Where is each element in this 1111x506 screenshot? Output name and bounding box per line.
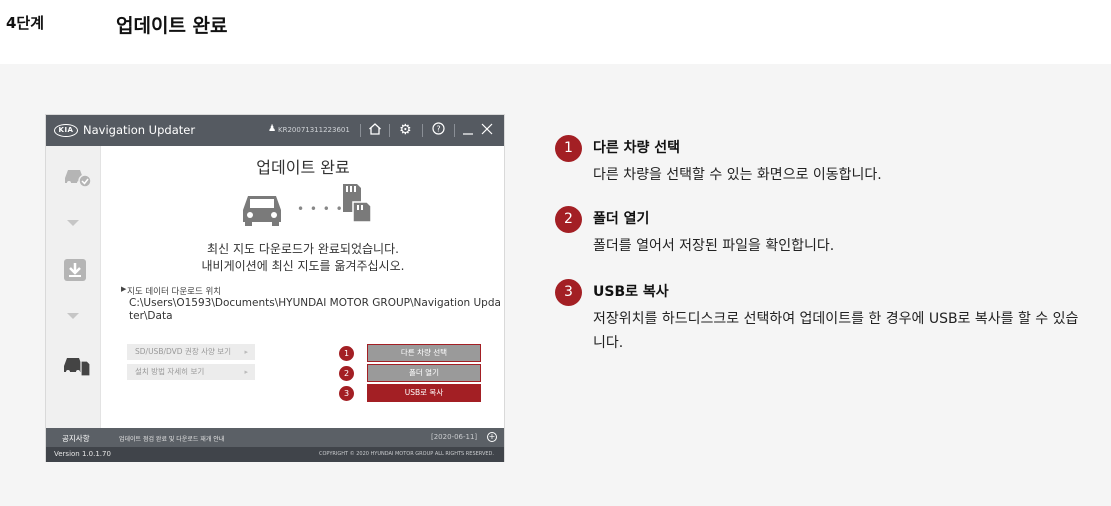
user-id: KR20071311223601 <box>278 126 350 134</box>
app-name: Navigation Updater <box>83 123 196 137</box>
gear-icon[interactable]: ⚙ <box>399 122 412 138</box>
app-titlebar: KIA Navigation Updater ♟ KR2007131122360… <box>46 115 504 146</box>
legend-number-1: 1 <box>555 135 582 162</box>
plus-icon[interactable]: + <box>487 432 497 442</box>
action-number-3: 3 <box>339 386 354 401</box>
legend-desc-3: 저장위치를 하드디스크로 선택하여 업데이트를 한 경우에 USB로 복사를 할… <box>593 311 1079 351</box>
install-guide-button[interactable]: 설치 방법 자세히 보기 ▸ <box>127 364 255 380</box>
download-icon <box>62 258 88 286</box>
message-line-2: 내비게이션에 최신 지도를 옮겨주십시오. <box>201 259 405 273</box>
home-icon[interactable] <box>368 122 382 141</box>
legend-title-3: USB로 복사 <box>593 284 669 300</box>
chevron-right-icon: ▸ <box>244 368 248 376</box>
car-sd-icon <box>62 351 91 381</box>
car-check-icon <box>62 164 92 192</box>
message-line-1: 최신 지도 다운로드가 완료되었습니다. <box>207 242 399 256</box>
titlebar-divider <box>422 124 423 137</box>
notice-bar: 공지사항 업데이트 점검 완료 및 다운로드 재개 안내 [2020-06-11… <box>46 428 504 447</box>
install-guide-button-label: 설치 방법 자세히 보기 <box>135 367 205 376</box>
page-title: 업데이트 완료 <box>116 15 228 37</box>
notice-date: [2020-06-11] <box>431 433 478 441</box>
app-window: KIA Navigation Updater ♟ KR2007131122360… <box>45 114 505 462</box>
close-icon[interactable] <box>481 122 493 141</box>
legend-number-3: 3 <box>555 279 582 306</box>
minimize-icon[interactable] <box>462 122 474 141</box>
spec-button[interactable]: SD/USB/DVD 권장 사양 보기 ▸ <box>127 344 255 360</box>
help-icon[interactable]: ? <box>432 122 445 140</box>
legend-title-1: 다른 차량 선택 <box>593 140 681 156</box>
action-number-2: 2 <box>339 366 354 381</box>
svg-text:?: ? <box>436 125 440 134</box>
titlebar-divider <box>454 124 455 137</box>
chevron-right-icon: ▸ <box>244 348 248 356</box>
download-location-label: 지도 데이터 다운로드 위치 <box>127 287 222 297</box>
step-arrow-icon <box>67 313 79 319</box>
titlebar-divider <box>389 124 390 137</box>
select-other-vehicle-button[interactable]: 다른 차량 선택 <box>367 344 481 362</box>
bullet-icon: ▶ <box>121 285 127 293</box>
legend-desc-2: 폴더를 열어서 저장된 파일을 확인합니다. <box>593 238 835 254</box>
notice-text[interactable]: 업데이트 점검 완료 및 다운로드 재개 안내 <box>119 434 224 443</box>
legend-title-2: 폴더 열기 <box>593 211 650 227</box>
top-bar: 4단계 업데이트 완료 <box>0 0 1111 64</box>
step-label: 4단계 <box>6 14 45 32</box>
sd-card-icon <box>339 182 373 228</box>
open-folder-button[interactable]: 폴더 열기 <box>367 364 481 382</box>
version-label: Version 1.0.1.70 <box>54 450 111 458</box>
copy-to-usb-button[interactable]: USB로 복사 <box>367 384 481 402</box>
update-complete-title: 업데이트 완료 <box>256 158 350 177</box>
app-sidebar <box>46 146 101 428</box>
legend-number-2: 2 <box>555 206 582 233</box>
app-main: 업데이트 완료 • • • • • 최신 지도 다운로드가 완료되었습니다. 내… <box>101 146 505 428</box>
step-arrow-icon <box>67 220 79 226</box>
copyright-text: COPYRIGHT © 2020 HYUNDAI MOTOR GROUP ALL… <box>319 451 494 457</box>
action-number-1: 1 <box>339 346 354 361</box>
user-icon: ♟ <box>268 124 277 134</box>
download-location-path: C:\Users\O1593\Documents\HYUNDAI MOTOR G… <box>129 297 501 322</box>
spec-button-label: SD/USB/DVD 권장 사양 보기 <box>135 347 232 356</box>
app-footer: Version 1.0.1.70 COPYRIGHT © 2020 HYUNDA… <box>46 447 504 462</box>
car-icon <box>239 190 285 230</box>
complete-message: 최신 지도 다운로드가 완료되었습니다. 내비게이션에 최신 지도를 옮겨주십시… <box>101 241 505 275</box>
legend-desc-1: 다른 차량을 선택할 수 있는 화면으로 이동합니다. <box>593 167 882 183</box>
titlebar-divider <box>360 124 361 137</box>
notice-label: 공지사항 <box>62 434 90 443</box>
kia-logo: KIA <box>54 124 78 137</box>
